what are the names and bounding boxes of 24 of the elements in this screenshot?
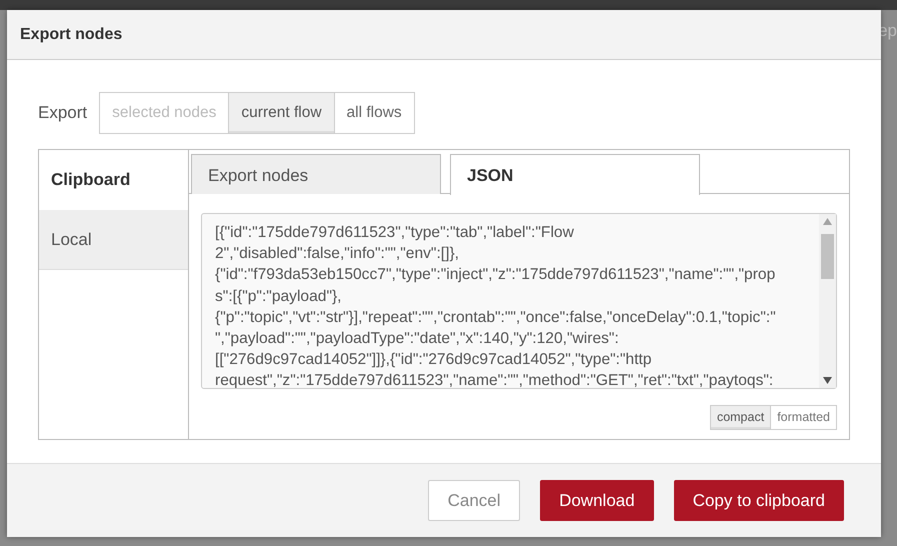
cancel-button[interactable]: Cancel	[428, 480, 520, 521]
export-scope-option[interactable]: all flows	[334, 92, 415, 134]
action-button[interactable]: Download	[540, 480, 654, 521]
scrollbar-thumb[interactable]	[821, 234, 834, 279]
json-line: 2","disabled":false,"info":"","env":[]},	[215, 244, 460, 264]
json-line: {"p":"topic","vt":"str"}],"repeat":"","crontab":"","once":false,"onceDelay":0.1,"topic":"	[215, 308, 777, 328]
tab[interactable]: JSON	[450, 154, 700, 195]
scrollbar[interactable]	[819, 214, 836, 388]
json-line: [["276d9c97cad14052"]]},{"id":"276d9c97cad14052","type":"http	[215, 350, 653, 370]
json-line: ","payload":"","payloadType":"date","x":140,"y":120,"wires":	[215, 329, 620, 350]
tab[interactable]: Export nodes	[191, 154, 441, 194]
json-text-field[interactable]	[201, 213, 837, 389]
export-scope-option[interactable]: current flow	[228, 92, 335, 134]
format-toggle[interactable]: compact	[710, 405, 772, 430]
json-line: [{"id":"175dde797d611523","type":"tab","label":"Flow	[215, 223, 575, 243]
format-toggle[interactable]: formatted	[770, 405, 837, 430]
side-tab[interactable]: Local	[39, 210, 188, 270]
export-label: Export	[38, 102, 88, 124]
scroll-down-icon[interactable]	[823, 377, 832, 384]
action-button[interactable]: Copy to clipboard	[674, 480, 844, 521]
scroll-up-icon[interactable]	[823, 218, 832, 225]
dialog-title: Export nodes	[7, 10, 881, 60]
json-line: {"id":"f793da53eb150cc7","type":"inject","z":"175dde797d611523","name":"","prop	[215, 265, 776, 286]
json-line: s":[{"p":"payload"},	[215, 286, 343, 307]
